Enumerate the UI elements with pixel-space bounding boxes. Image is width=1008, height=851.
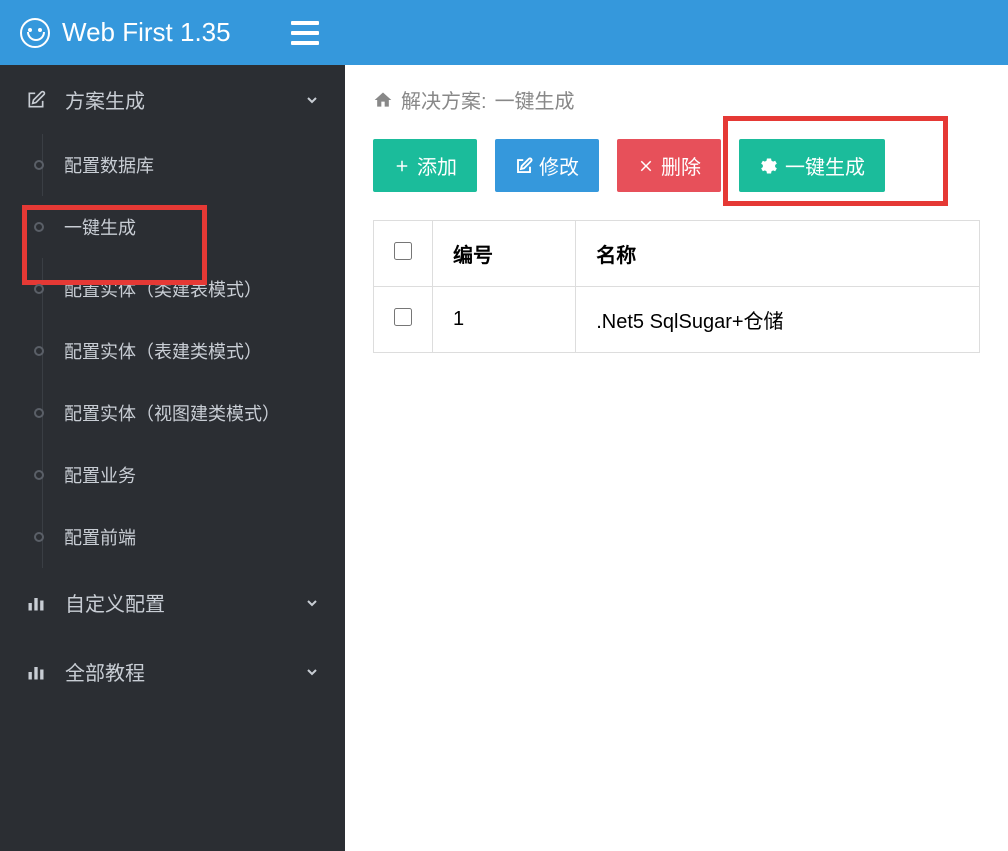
col-header-name: 名称 [576,221,980,287]
gears-icon [759,156,779,176]
sidebar: 方案生成 配置数据库 一键生成 配置实体（类建表模式） 配置实体（表建类模式） … [0,65,345,851]
table-header-row: 编号 名称 [374,221,980,287]
sidebar-item-one-click-generate[interactable]: 一键生成 [0,196,345,258]
row-id: 1 [433,287,576,353]
toolbar: 添加 修改 删除 一键生成 [373,139,980,192]
sidebar-item-config-business[interactable]: 配置业务 [0,444,345,506]
sidebar-item-config-entity-class[interactable]: 配置实体（类建表模式） [0,258,345,320]
chevron-down-icon [304,664,320,680]
select-all-checkbox[interactable] [394,242,412,260]
nav-header-plan[interactable]: 方案生成 [0,65,345,134]
nav-items-plan: 配置数据库 一键生成 配置实体（类建表模式） 配置实体（表建类模式） 配置实体（… [0,134,345,568]
bar-chart-icon [25,593,47,613]
close-icon [637,157,655,175]
nav-header-custom-label: 自定义配置 [65,588,165,617]
chevron-down-icon [304,92,320,108]
nav-header-custom[interactable]: 自定义配置 [0,568,345,637]
edit-button[interactable]: 修改 [495,139,599,192]
nav-header-tutorials-label: 全部教程 [65,657,145,686]
nav-header-plan-label: 方案生成 [65,85,145,114]
content: 解决方案: 一键生成 添加 修改 删除 [345,65,1008,851]
hamburger-icon[interactable] [291,21,319,45]
sidebar-item-config-db[interactable]: 配置数据库 [0,134,345,196]
table-row[interactable]: 1 .Net5 SqlSugar+仓储 [374,287,980,353]
row-checkbox-cell [374,287,433,353]
plus-icon [393,157,411,175]
app-title: Web First 1.35 [62,17,231,48]
smiley-icon [20,18,50,48]
nav-section-tutorials: 全部教程 [0,637,345,706]
row-name: .Net5 SqlSugar+仓储 [576,287,980,353]
breadcrumb-root: 解决方案: [401,85,487,114]
edit-icon [515,157,533,175]
nav-section-custom: 自定义配置 [0,568,345,637]
data-table: 编号 名称 1 .Net5 SqlSugar+仓储 [373,220,980,353]
sidebar-item-config-entity-view[interactable]: 配置实体（视图建类模式） [0,382,345,444]
select-all-col [374,221,433,287]
breadcrumb: 解决方案: 一键生成 [373,85,980,114]
sidebar-item-config-entity-table[interactable]: 配置实体（表建类模式） [0,320,345,382]
bar-chart-icon [25,662,47,682]
generate-button[interactable]: 一键生成 [739,139,885,192]
home-icon [373,90,393,110]
breadcrumb-current: 一键生成 [495,85,575,114]
header-logo: Web First 1.35 [20,17,231,48]
edit-icon [25,90,47,110]
row-checkbox[interactable] [394,308,412,326]
delete-button[interactable]: 删除 [617,139,721,192]
sidebar-item-config-frontend[interactable]: 配置前端 [0,506,345,568]
chevron-down-icon [304,595,320,611]
nav-header-tutorials[interactable]: 全部教程 [0,637,345,706]
nav-section-plan: 方案生成 配置数据库 一键生成 配置实体（类建表模式） 配置实体（表建类模式） … [0,65,345,568]
add-button[interactable]: 添加 [373,139,477,192]
header: Web First 1.35 [0,0,1008,65]
col-header-id: 编号 [433,221,576,287]
